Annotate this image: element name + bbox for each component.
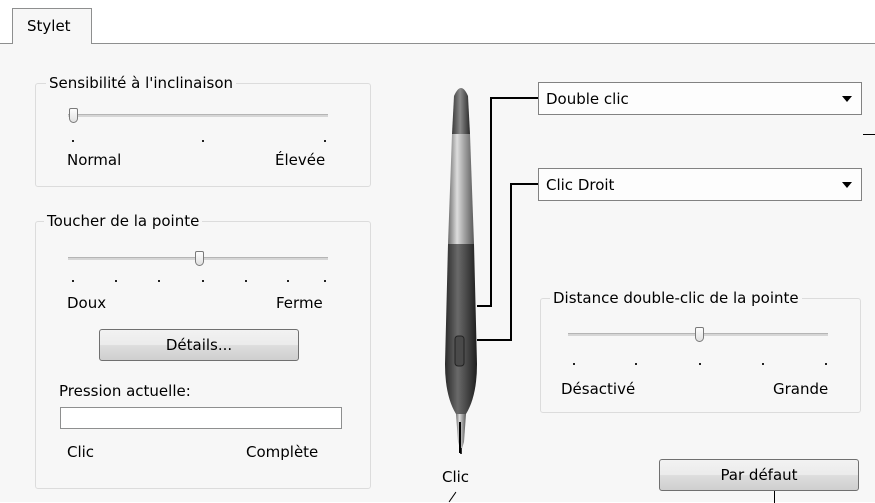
tip-min-label: Doux	[67, 294, 107, 312]
tilt-sensitivity-group: Sensibilité à l'inclinaison Normal Élevé…	[35, 74, 371, 187]
tip-tick	[202, 280, 204, 282]
tip-tick	[158, 280, 160, 282]
pen-tip-label: Clic	[442, 468, 470, 486]
connector-line	[477, 305, 492, 307]
tilt-slider-track	[68, 114, 328, 117]
tab-stylet[interactable]: Stylet	[12, 8, 92, 44]
lower-button-value: Clic Droit	[546, 176, 615, 194]
connector-line	[490, 97, 538, 99]
double-click-distance-group: Distance double-clic de la pointe Désact…	[540, 289, 861, 413]
double-click-tick	[699, 363, 701, 365]
tip-tick	[115, 280, 117, 282]
double-click-tick	[825, 363, 827, 365]
tip-tick	[287, 280, 289, 282]
default-button[interactable]: Par défaut	[659, 459, 859, 491]
pressure-bar	[60, 407, 342, 429]
details-button[interactable]: Détails...	[99, 329, 299, 361]
pressure-full-label: Complète	[246, 443, 319, 461]
connector-line	[459, 422, 461, 453]
connector-line	[490, 97, 492, 306]
upper-button-value: Double clic	[546, 90, 629, 108]
tilt-tick	[72, 140, 74, 142]
double-click-max-label: Grande	[773, 380, 829, 398]
connector-line	[774, 491, 775, 503]
tip-feel-group: Toucher de la pointe Doux Ferme Détails.…	[35, 212, 371, 489]
tilt-tick	[324, 140, 326, 142]
double-click-min-label: Désactivé	[561, 380, 636, 398]
tab-label: Stylet	[27, 17, 71, 35]
stylet-panel: Sensibilité à l'inclinaison Normal Élevé…	[0, 43, 875, 503]
tip-tick	[72, 280, 74, 282]
connector-line	[510, 183, 512, 340]
tip-feel-title: Toucher de la pointe	[44, 212, 203, 230]
connector-line	[477, 339, 512, 341]
tilt-max-label: Élevée	[275, 151, 326, 169]
tip-tick	[324, 280, 326, 282]
connector-line	[510, 183, 538, 185]
double-click-slider-thumb[interactable]	[695, 327, 704, 342]
tip-slider-thumb[interactable]	[195, 251, 204, 266]
tip-max-label: Ferme	[276, 294, 323, 312]
tilt-slider-thumb[interactable]	[69, 108, 78, 123]
pressure-click-label: Clic	[67, 443, 95, 461]
chevron-down-icon	[842, 182, 852, 188]
lower-button-dropdown[interactable]: Clic Droit	[538, 168, 862, 201]
double-click-tick	[635, 363, 637, 365]
tilt-sensitivity-title: Sensibilité à l'inclinaison	[46, 74, 237, 92]
double-click-tick	[573, 363, 575, 365]
tip-tick	[245, 280, 247, 282]
tilt-tick	[202, 140, 204, 142]
upper-button-dropdown[interactable]: Double clic	[538, 82, 862, 115]
double-click-tick	[762, 363, 764, 365]
pressure-label: Pression actuelle:	[59, 382, 191, 400]
tilt-min-label: Normal	[67, 151, 122, 169]
connector-line	[448, 491, 457, 503]
connector-line	[863, 134, 875, 135]
double-click-title: Distance double-clic de la pointe	[550, 289, 802, 307]
chevron-down-icon	[842, 96, 852, 102]
